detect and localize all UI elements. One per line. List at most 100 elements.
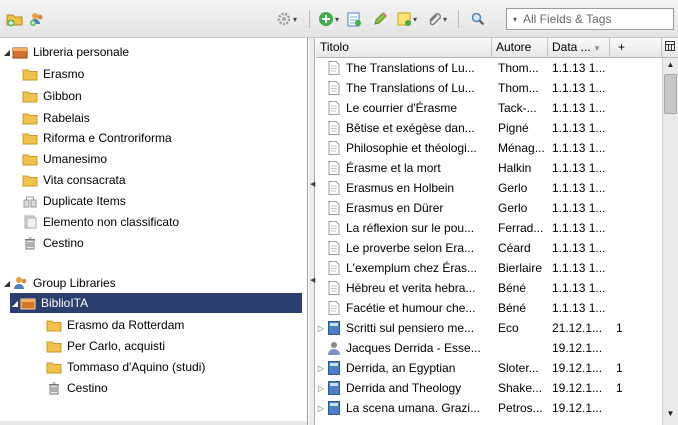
cell-date: 1.1.13 1... — [552, 261, 606, 275]
tree-item-erasmo-da-rotterdam[interactable]: Erasmo da Rotterdam — [46, 315, 302, 335]
search-field[interactable]: ▾ — [506, 8, 674, 30]
new-note-button[interactable] — [372, 10, 388, 28]
pane-splitter[interactable]: ◀ ◀ — [309, 38, 315, 425]
table-row[interactable]: ▷ Scritti sul pensiero me... Eco 21.12.1...… — [316, 318, 662, 338]
expander-open-icon[interactable]: ◢ — [2, 279, 12, 288]
cell-date: 1.1.13 1... — [552, 141, 606, 155]
table-row[interactable]: ▷ Derrida, an Egyptian Sloter... 19.12.1...… — [316, 358, 662, 378]
advanced-search-button[interactable] — [470, 10, 486, 28]
cell-date: 1.1.13 1... — [552, 281, 606, 295]
column-author-label: Autore — [496, 40, 532, 54]
actions-menu-button[interactable]: ▾ — [276, 10, 297, 28]
cell-author: Shake... — [498, 381, 543, 395]
tree-item-per-carlo[interactable]: Per Carlo, acquisti — [46, 336, 302, 356]
add-by-identifier-button[interactable] — [346, 10, 362, 28]
column-header-date[interactable]: Data ... ▾ — [548, 38, 610, 58]
search-input[interactable] — [523, 12, 669, 26]
tree-item-label: Rabelais — [43, 111, 90, 125]
table-row[interactable]: L'exemplum chez Éras... Bierlaire 1.1.13 1… — [316, 258, 662, 278]
tree-item-riforma[interactable]: Riforma e Controriforma — [22, 128, 302, 148]
cell-author: Thom... — [498, 81, 539, 95]
toolbar-separator — [458, 10, 459, 28]
expander-closed-icon[interactable]: ▷ — [316, 324, 326, 333]
paperclip-icon — [429, 13, 441, 26]
folder-icon — [22, 67, 38, 81]
tree-item-vita-consacrata[interactable]: Vita consacrata — [22, 170, 302, 190]
cell-author: Halkin — [498, 161, 532, 175]
tree-item-tommaso[interactable]: Tommaso d'Aquino (studi) — [46, 357, 302, 377]
scroll-up-icon[interactable]: ▲ — [663, 58, 678, 72]
sort-descending-icon: ▾ — [594, 43, 600, 53]
table-row[interactable]: Philosophie et théologi... Ménag... 1.1.13… — [316, 138, 662, 158]
table-row[interactable]: La réflexion sur le pou... Ferrad... 1.1.1… — [316, 218, 662, 238]
collapse-left-icon[interactable]: ◀ — [310, 276, 315, 284]
tree-item-unfiled[interactable]: Elemento non classificato — [22, 212, 302, 232]
column-picker-icon — [665, 41, 675, 51]
cell-notes: 1 — [616, 321, 623, 335]
cell-title: Derrida and Theology — [346, 381, 462, 395]
toolbar-separator — [309, 10, 310, 28]
scroll-down-icon[interactable]: ▼ — [663, 407, 678, 421]
table-row[interactable]: Hébreu et verita hebra... Béné 1.1.13 1... — [316, 278, 662, 298]
new-standalone-note-button[interactable]: ▾ — [396, 10, 417, 28]
table-row[interactable]: Erasmus en Dürer Gerlo 1.1.13 1... — [316, 198, 662, 218]
tree-item-umanesimo[interactable]: Umanesimo — [22, 149, 302, 169]
tree-item-biblioita[interactable]: ◢ BiblioITA — [10, 293, 302, 313]
expander-closed-icon[interactable]: ▷ — [316, 364, 326, 373]
cell-title: Erasmus en Dürer — [346, 201, 444, 215]
add-attachment-button[interactable]: ▾ — [426, 10, 447, 28]
tree-item-erasmo[interactable]: Erasmo — [22, 64, 302, 84]
column-picker-button[interactable] — [662, 38, 678, 58]
tree-item-cestino[interactable]: Cestino — [22, 233, 302, 253]
tree-item-duplicate-items[interactable]: Duplicate Items — [22, 191, 302, 211]
new-collection-icon — [6, 14, 23, 27]
tree-item-group-cestino[interactable]: Cestino — [46, 378, 302, 398]
item-type-document-icon — [326, 161, 342, 175]
table-row[interactable]: Erasmus en Holbein Gerlo 1.1.13 1... — [316, 178, 662, 198]
cell-notes: 1 — [616, 381, 623, 395]
tree-item-label: Gibbon — [43, 89, 82, 103]
item-type-document-icon — [326, 81, 342, 95]
tree-item-rabelais[interactable]: Rabelais — [22, 108, 302, 128]
table-row[interactable]: ▷ Derrida and Theology Shake... 19.12.1... 1 — [316, 378, 662, 398]
table-row[interactable]: Érasme et la mort Halkin 1.1.13 1... — [316, 158, 662, 178]
tree-item-label: Vita consacrata — [43, 173, 126, 187]
expander-open-icon[interactable]: ◢ — [10, 299, 20, 308]
tree-item-libreria-personale[interactable]: ◢ Libreria personale — [2, 42, 302, 62]
table-row[interactable]: Facétie et humour che... Béné 1.1.13 1... — [316, 298, 662, 318]
tree-item-gibbon[interactable]: Gibbon — [22, 86, 302, 106]
collapse-left-icon[interactable]: ◀ — [310, 180, 315, 188]
table-row[interactable]: Jacques Derrida - Esse... 19.12.1... — [316, 338, 662, 358]
column-header-title[interactable]: Titolo — [316, 38, 492, 58]
table-row[interactable]: The Translations of Lu... Thom... 1.1.13 1… — [316, 58, 662, 78]
table-row[interactable]: Bêtise et exégèse dan... Pigné 1.1.13 1... — [316, 118, 662, 138]
item-type-document-icon — [326, 221, 342, 235]
tree-item-group-libraries[interactable]: ◢ Group Libraries — [2, 273, 302, 293]
new-collection-button[interactable] — [6, 10, 24, 28]
trash-icon — [22, 236, 38, 250]
scrollbar-thumb[interactable] — [664, 74, 677, 114]
expander-closed-icon[interactable]: ▷ — [316, 384, 326, 393]
tree-item-label: Erasmo da Rotterdam — [67, 318, 185, 332]
expander-open-icon[interactable]: ◢ — [2, 48, 12, 57]
cell-title: Hébreu et verita hebra... — [346, 281, 476, 295]
vertical-scrollbar[interactable]: ▲ ▼ — [662, 58, 678, 425]
horizontal-scrollbar[interactable] — [0, 421, 307, 425]
item-type-document-icon — [326, 141, 342, 155]
table-row[interactable]: Le courrier d'Érasme Tack-... 1.1.13 1... — [316, 98, 662, 118]
cell-title: Bêtise et exégèse dan... — [346, 121, 475, 135]
column-date-label: Data ... — [552, 40, 591, 54]
new-item-button[interactable]: ▾ — [318, 10, 339, 28]
cell-author: Béné — [498, 301, 527, 315]
expander-closed-icon[interactable]: ▷ — [316, 404, 326, 413]
column-header-extra[interactable]: + — [610, 38, 662, 58]
table-row[interactable]: ▷ La scena umana. Grazi... Petros... 19.12.… — [316, 398, 662, 418]
cell-notes: 1 — [616, 361, 623, 375]
new-group-button[interactable] — [28, 10, 46, 28]
column-header-author[interactable]: Autore — [492, 38, 548, 58]
chevron-down-icon: ▾ — [413, 14, 418, 24]
tree-item-label: Elemento non classificato — [43, 215, 180, 229]
search-mode-dropdown-icon[interactable]: ▾ — [507, 15, 523, 24]
table-row[interactable]: The Translations of Lu... Thom... 1.1.13 1… — [316, 78, 662, 98]
table-row[interactable]: Le proverbe selon Era... Céard 1.1.13 1... — [316, 238, 662, 258]
